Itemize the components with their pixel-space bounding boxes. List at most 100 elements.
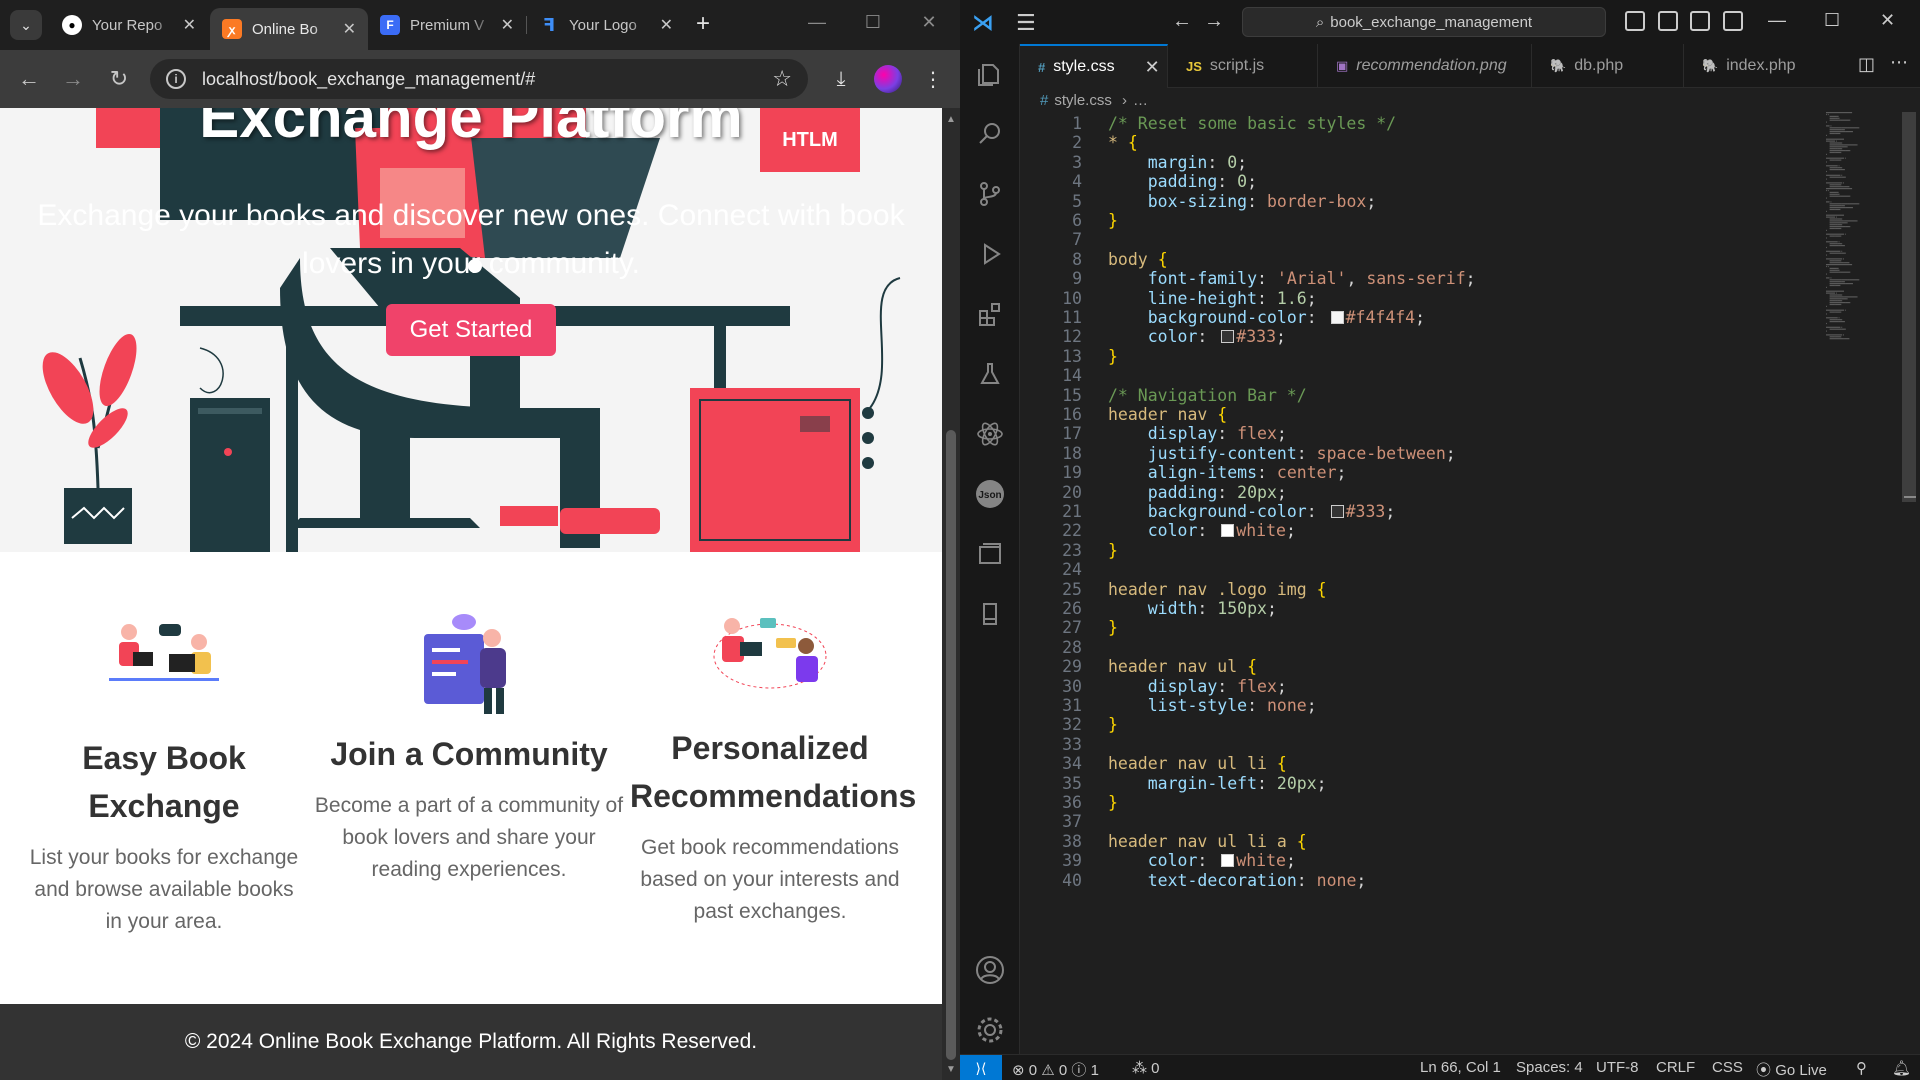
cursor-position[interactable]: Ln 66, Col 1 xyxy=(1420,1059,1501,1076)
source-control-icon[interactable] xyxy=(960,170,1020,218)
tab-db-php[interactable]: 🐘 db.php xyxy=(1532,44,1684,88)
hamburger-menu-icon[interactable]: ☰ xyxy=(1016,10,1036,36)
go-live-button[interactable]: ⦿ Go Live xyxy=(1756,1059,1827,1080)
page-scrollbar[interactable]: ▲ ▼ xyxy=(942,108,960,1080)
color-swatch[interactable] xyxy=(1221,330,1235,344)
tab-index-php[interactable]: 🐘 index.php xyxy=(1684,44,1834,88)
scroll-up-icon[interactable]: ▲ xyxy=(946,114,956,125)
back-arrow-icon[interactable]: ← xyxy=(14,64,44,94)
close-tab-icon[interactable]: ✕ xyxy=(183,15,196,35)
community-chat-illustration xyxy=(424,614,506,714)
tab-title: Your Logo xyxy=(569,16,637,34)
tab-script-js[interactable]: JS script.js xyxy=(1168,44,1318,88)
address-bar[interactable]: i localhost/book_exchange_management/# ☆ xyxy=(150,59,808,99)
language-mode[interactable]: CSS xyxy=(1712,1059,1743,1076)
close-window-icon[interactable]: ✕ xyxy=(914,12,944,33)
close-window-icon[interactable]: ✕ xyxy=(1880,10,1895,31)
browser-tab-active[interactable]: ꭗ Online Bo ✕ xyxy=(210,8,368,50)
chevron-down-icon: ⌄ xyxy=(20,16,32,33)
browser-tab[interactable]: ꟻ Your Logo ✕ xyxy=(527,8,685,42)
breadcrumb-file[interactable]: style.css xyxy=(1054,92,1112,109)
copilot-icon[interactable]: ⚲ xyxy=(1856,1059,1867,1077)
broadcast-icon: ⦿ xyxy=(1756,1062,1772,1079)
close-tab-icon[interactable]: ✕ xyxy=(343,19,356,39)
run-debug-icon[interactable] xyxy=(960,230,1020,278)
activity-bar: Json xyxy=(960,44,1020,1054)
device-icon[interactable] xyxy=(960,590,1020,638)
reload-icon[interactable]: ↻ xyxy=(104,64,134,94)
download-icon[interactable]: ⤓ xyxy=(826,64,856,94)
error-icon: ⊗ xyxy=(1012,1062,1025,1079)
ports-status[interactable]: ⁂ 0 xyxy=(1132,1059,1160,1077)
toggle-panel-icon[interactable] xyxy=(1658,11,1678,31)
code-editor[interactable]: 1/* Reset some basic styles */2 * {3 marg… xyxy=(1020,112,1900,1054)
vscode-titlebar: ⋊ ☰ ← → ⌕ book_exchange_management — ☐ ✕ xyxy=(960,0,1920,44)
code-text: text-decoration: none; xyxy=(1147,870,1367,890)
more-menu-icon[interactable]: ⋮ xyxy=(918,64,948,94)
close-tab-icon[interactable]: ✕ xyxy=(1145,57,1160,78)
tab-label: index.php xyxy=(1726,57,1796,74)
testing-flask-icon[interactable] xyxy=(960,350,1020,398)
vscode-window: ⋊ ☰ ← → ⌕ book_exchange_management — ☐ ✕… xyxy=(960,0,1920,1080)
scrollbar-thumb[interactable] xyxy=(1902,112,1916,502)
color-swatch[interactable] xyxy=(1330,311,1344,324)
close-tab-icon[interactable]: ✕ xyxy=(501,15,514,35)
color-swatch[interactable] xyxy=(1330,505,1344,518)
breadcrumb[interactable]: # style.css ›… xyxy=(1040,92,1148,109)
browser-tab[interactable]: F Premium V ✕ xyxy=(368,8,526,42)
browser-toolbar: ← → ↻ i localhost/book_exchange_manageme… xyxy=(0,50,960,108)
json-icon[interactable]: Json xyxy=(960,470,1020,518)
react-atom-icon[interactable] xyxy=(960,410,1020,458)
site-info-icon[interactable]: i xyxy=(166,69,186,89)
toggle-secondary-sidebar-icon[interactable] xyxy=(1690,11,1710,31)
breadcrumb-symbol[interactable]: … xyxy=(1133,92,1148,109)
browser-window: ⌄ ● Your Repo ✕ ꭗ Online Bo ✕ F Premium … xyxy=(0,0,960,1080)
url-text[interactable]: localhost/book_exchange_management/# xyxy=(202,69,772,90)
editor-scrollbar[interactable] xyxy=(1902,112,1916,1054)
back-arrow-icon[interactable]: ← xyxy=(1172,10,1192,33)
scrollbar-thumb[interactable] xyxy=(946,430,956,1060)
browser-tab[interactable]: ● Your Repo ✕ xyxy=(50,8,208,42)
tab-label: script.js xyxy=(1209,57,1265,74)
encoding[interactable]: UTF-8 xyxy=(1596,1059,1639,1076)
minimap[interactable] xyxy=(1826,112,1896,352)
color-swatch[interactable] xyxy=(1221,524,1235,538)
gear-icon[interactable] xyxy=(960,1006,1020,1054)
toggle-sidebar-icon[interactable] xyxy=(1625,11,1645,31)
svg-text:Json: Json xyxy=(978,490,1001,501)
explorer-icon[interactable] xyxy=(960,50,1020,98)
profile-avatar[interactable] xyxy=(874,65,902,93)
problems-status[interactable]: ⊗ 0 ⚠ 0 ⓘ 1 xyxy=(1012,1059,1099,1080)
forward-arrow-icon[interactable]: → xyxy=(1204,10,1224,33)
remote-explorer-icon[interactable] xyxy=(960,530,1020,578)
command-center-label: book_exchange_management xyxy=(1330,13,1533,31)
tab-style-css[interactable]: # style.css ✕ xyxy=(1020,44,1168,88)
tab-search-button[interactable]: ⌄ xyxy=(10,10,42,40)
customize-layout-icon[interactable] xyxy=(1723,11,1743,31)
maximize-icon[interactable]: ☐ xyxy=(858,12,888,33)
forward-arrow-icon[interactable]: → xyxy=(58,64,88,94)
extensions-icon[interactable] xyxy=(960,290,1020,338)
color-swatch[interactable] xyxy=(1221,854,1235,868)
bookmark-star-icon[interactable]: ☆ xyxy=(772,66,792,92)
scroll-down-icon[interactable]: ▼ xyxy=(946,1064,956,1075)
remote-indicator-icon[interactable]: ⟩⟨ xyxy=(960,1055,1002,1080)
close-tab-icon[interactable]: ✕ xyxy=(660,15,673,35)
line-ending[interactable]: CRLF xyxy=(1656,1059,1695,1076)
command-center[interactable]: ⌕ book_exchange_management xyxy=(1242,7,1606,37)
search-icon[interactable] xyxy=(960,110,1020,158)
maximize-icon[interactable]: ☐ xyxy=(1824,10,1840,31)
notifications-bell-icon[interactable]: 🔔︎ xyxy=(1892,1059,1911,1077)
new-tab-button[interactable]: + xyxy=(690,12,716,38)
indentation[interactable]: Spaces: 4 xyxy=(1516,1059,1583,1076)
more-actions-icon[interactable]: ⋯ xyxy=(1890,52,1908,73)
get-started-button[interactable]: Get Started xyxy=(386,304,556,356)
code-line[interactable]: 40 text-decoration: none; xyxy=(1020,869,1900,893)
split-editor-icon[interactable]: ◫ xyxy=(1858,54,1875,75)
tab-recommendation-png[interactable]: ▣ recommendation.png xyxy=(1318,44,1532,88)
minimize-icon[interactable]: — xyxy=(802,12,832,33)
feature-title: Easy Book Exchange xyxy=(82,740,246,824)
minimize-icon[interactable]: — xyxy=(1768,10,1786,31)
f-brand-icon: F xyxy=(380,15,400,35)
accounts-icon[interactable] xyxy=(960,946,1020,994)
